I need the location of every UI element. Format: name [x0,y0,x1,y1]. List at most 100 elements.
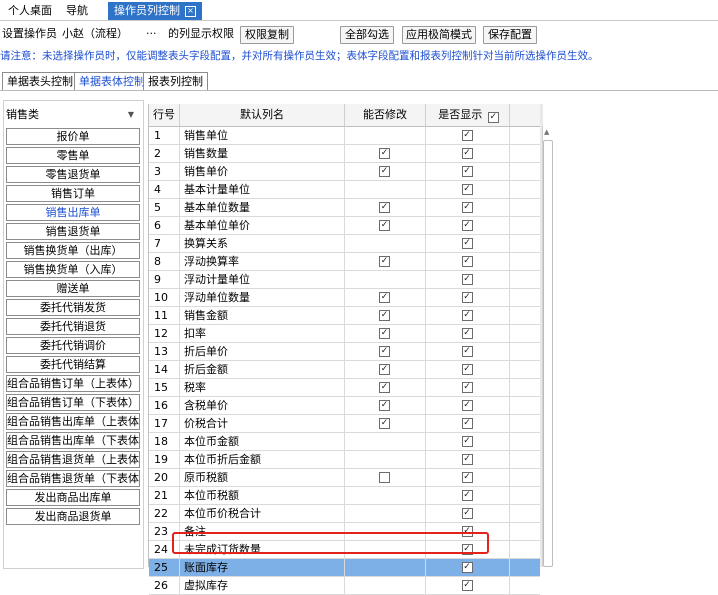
editable-checkbox[interactable]: ✓ [379,220,390,231]
operator-value[interactable]: 小赵（流程） [62,26,128,42]
subtab-report-control[interactable]: 报表列控制 [143,72,208,91]
document-type-item[interactable]: 组合品销售退货单（下表体） [6,470,140,487]
table-row[interactable]: 2 销售数量 ✓ ✓ [149,145,540,163]
tab-personal-desktop[interactable]: 个人桌面 [2,2,58,20]
editable-checkbox[interactable]: ✓ [379,310,390,321]
editable-checkbox[interactable]: ✓ [379,256,390,267]
visible-checkbox[interactable]: ✓ [461,310,473,321]
tab-operator-column-control[interactable]: 操作员列控制 × [108,2,202,20]
document-type-item[interactable]: 组合品销售订单（下表体） [6,394,140,411]
document-type-item[interactable]: 发出商品出库单 [6,489,140,506]
editable-checkbox[interactable]: ✓ [379,292,390,303]
visible-checkbox[interactable]: ✓ [461,454,473,465]
scrollbar-thumb[interactable] [543,140,553,567]
document-type-item[interactable]: 销售退货单 [6,223,140,240]
copy-permission-button[interactable]: 权限复制 [240,26,294,44]
document-type-item[interactable]: 赠送单 [6,280,140,297]
table-row[interactable]: 17 价税合计 ✓ ✓ [149,415,540,433]
document-type-item[interactable]: 零售退货单 [6,166,140,183]
table-row[interactable]: 25 账面库存 ✓ [149,559,540,577]
editable-checkbox[interactable]: ✓ [379,328,390,339]
close-icon[interactable]: × [185,5,196,17]
document-type-item[interactable]: 组合品销售出库单（上表体） [6,413,140,430]
table-row[interactable]: 12 扣率 ✓ ✓ [149,325,540,343]
visible-checkbox[interactable]: ✓ [461,382,473,393]
table-row[interactable]: 19 本位币折后金额 ✓ [149,451,540,469]
visible-checkbox[interactable]: ✓ [461,490,473,501]
visible-checkbox[interactable]: ✓ [461,148,473,159]
subtab-body-control[interactable]: 单据表体控制 [74,72,150,91]
document-type-item[interactable]: 零售单 [6,147,140,164]
editable-checkbox[interactable] [379,472,390,483]
visible-checkbox[interactable]: ✓ [461,202,473,213]
table-row[interactable]: 8 浮动换算率 ✓ ✓ [149,253,540,271]
document-type-item[interactable]: 销售换货单（出库） [6,242,140,259]
table-row[interactable]: 16 含税单价 ✓ ✓ [149,397,540,415]
document-type-item[interactable]: 组合品销售出库单（下表体） [6,432,140,449]
table-row[interactable]: 18 本位币金额 ✓ [149,433,540,451]
visible-checkbox[interactable]: ✓ [461,184,473,195]
editable-checkbox[interactable]: ✓ [379,166,390,177]
document-type-item[interactable]: 委托代销调价 [6,337,140,354]
editable-checkbox[interactable]: ✓ [379,418,390,429]
table-row[interactable]: 10 浮动单位数量 ✓ ✓ [149,289,540,307]
table-row[interactable]: 3 销售单价 ✓ ✓ [149,163,540,181]
chevron-down-icon[interactable]: ▼ [128,107,134,123]
editable-checkbox[interactable]: ✓ [379,148,390,159]
table-row[interactable]: 5 基本单位数量 ✓ ✓ [149,199,540,217]
document-type-item[interactable]: 销售换货单（入库） [6,261,140,278]
visible-checkbox[interactable]: ✓ [461,130,473,141]
editable-checkbox[interactable]: ✓ [379,400,390,411]
visible-checkbox[interactable]: ✓ [461,472,473,483]
visible-checkbox[interactable]: ✓ [461,328,473,339]
editable-checkbox[interactable]: ✓ [379,202,390,213]
visible-checkbox[interactable]: ✓ [461,364,473,375]
table-row[interactable]: 20 原币税额 ✓ [149,469,540,487]
table-row[interactable]: 22 本位币价税合计 ✓ [149,505,540,523]
visible-checkbox[interactable]: ✓ [461,220,473,231]
table-row[interactable]: 9 浮动计量单位 ✓ [149,271,540,289]
visible-checkbox[interactable]: ✓ [461,562,473,573]
visible-checkbox[interactable]: ✓ [461,238,473,249]
table-row[interactable]: 26 虚拟库存 ✓ [149,577,540,595]
table-row[interactable]: 4 基本计量单位 ✓ [149,181,540,199]
tab-navigation[interactable]: 导航 [60,2,94,20]
visible-checkbox[interactable]: ✓ [461,166,473,177]
select-all-button[interactable]: 全部勾选 [340,26,394,44]
visible-checkbox[interactable]: ✓ [461,346,473,357]
header-visible-checkbox[interactable]: ✓ [487,112,499,123]
category-select[interactable]: 销售类 ▼ [6,107,136,123]
document-type-item[interactable]: 委托代销退货 [6,318,140,335]
editable-checkbox[interactable]: ✓ [379,364,390,375]
visible-checkbox[interactable]: ✓ [461,508,473,519]
document-type-item[interactable]: 委托代销发货 [6,299,140,316]
document-type-item[interactable]: 销售订单 [6,185,140,202]
document-type-item[interactable]: 发出商品退货单 [6,508,140,525]
operator-picker-button[interactable]: ··· [146,26,157,42]
visible-checkbox[interactable]: ✓ [461,418,473,429]
table-row[interactable]: 1 销售单位 ✓ [149,127,540,145]
table-row[interactable]: 21 本位币税额 ✓ [149,487,540,505]
table-row[interactable]: 7 换算关系 ✓ [149,235,540,253]
table-row[interactable]: 11 销售金额 ✓ ✓ [149,307,540,325]
scroll-up-icon[interactable]: ▲ [544,128,549,136]
document-type-item[interactable]: 委托代销结算 [6,356,140,373]
editable-checkbox[interactable]: ✓ [379,346,390,357]
visible-checkbox[interactable]: ✓ [461,292,473,303]
simple-mode-button[interactable]: 应用极简模式 [402,26,476,44]
visible-checkbox[interactable]: ✓ [461,256,473,267]
document-type-item[interactable]: 组合品销售订单（上表体） [6,375,140,392]
visible-checkbox[interactable]: ✓ [461,274,473,285]
visible-checkbox[interactable]: ✓ [461,400,473,411]
table-row[interactable]: 15 税率 ✓ ✓ [149,379,540,397]
visible-checkbox[interactable]: ✓ [461,436,473,447]
editable-checkbox[interactable]: ✓ [379,382,390,393]
document-type-item[interactable]: 组合品销售退货单（上表体） [6,451,140,468]
document-type-item[interactable]: 报价单 [6,128,140,145]
table-row[interactable]: 14 折后金额 ✓ ✓ [149,361,540,379]
table-row[interactable]: 6 基本单位单价 ✓ ✓ [149,217,540,235]
subtab-header-control[interactable]: 单据表头控制 [2,72,78,91]
save-config-button[interactable]: 保存配置 [483,26,537,44]
visible-checkbox[interactable]: ✓ [461,580,473,591]
table-row[interactable]: 13 折后单价 ✓ ✓ [149,343,540,361]
